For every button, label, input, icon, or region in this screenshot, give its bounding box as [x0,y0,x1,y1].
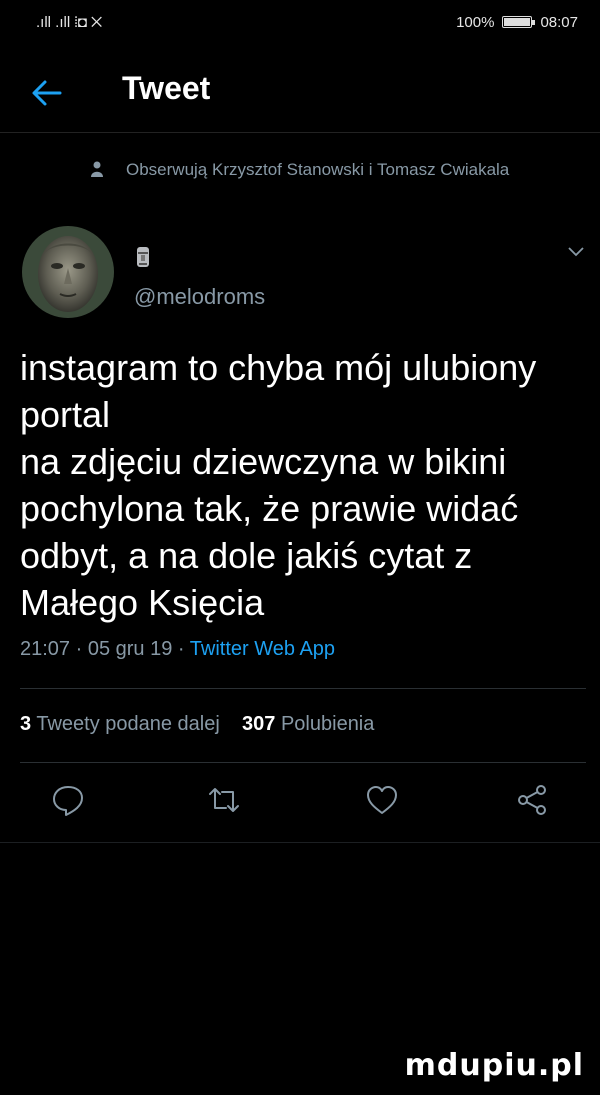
meta-separator: · [177,638,190,660]
likes-label[interactable]: Polubienia [281,713,374,735]
share-icon[interactable] [514,782,550,818]
tweet-actions [0,782,600,834]
social-context-text: Obserwują Krzysztof Stanowski i Tomasz C… [126,160,510,179]
retweet-icon[interactable] [206,782,242,818]
arrow-left-icon[interactable] [30,76,64,110]
tweet-source[interactable]: Twitter Web App [190,638,335,660]
tweet-stats: 3 Tweety podane dalej 307 Polubienia [20,713,374,736]
divider [0,842,600,843]
author-handle[interactable]: @melodroms [134,284,265,310]
person-icon [91,161,103,177]
signal-icons: .ıll .ıll ⦙◘ ✕ [36,13,103,31]
status-bar: .ıll .ıll ⦙◘ ✕ 100% 08:07 [0,0,600,44]
status-right: 100% 08:07 [456,14,578,31]
avatar[interactable] [22,226,114,318]
avatar-image [22,226,114,318]
social-context[interactable]: Obserwują Krzysztof Stanowski i Tomasz C… [91,158,554,181]
divider [20,762,586,763]
battery-icon [502,16,536,28]
reply-icon[interactable] [50,782,86,818]
watermark: mdupiu.pl [404,1048,584,1083]
clock: 08:07 [540,13,578,31]
likes-count[interactable]: 307 [242,713,275,735]
page-title: Tweet [122,70,211,106]
tweet-date: 05 gru 19 [87,638,173,660]
tweet-text: instagram to chyba mój ulubiony portal n… [20,347,537,623]
battery-percent: 100% [456,13,495,31]
divider [20,688,586,689]
heart-icon[interactable] [364,782,400,818]
meta-separator: · [75,638,88,660]
header: Tweet [0,52,600,133]
status-indicators: .ıll .ıll ⦙◘ ✕ [36,14,102,31]
retweets-count[interactable]: 3 [20,713,31,735]
chevron-down-icon[interactable] [566,244,586,258]
battery-fill [504,18,531,26]
moai-emoji-icon [137,247,149,267]
tweet-meta: 21:07 · 05 gru 19 · Twitter Web App [20,638,335,661]
retweets-label[interactable]: Tweety podane dalej [36,713,219,735]
tweet-time: 21:07 [20,638,71,660]
